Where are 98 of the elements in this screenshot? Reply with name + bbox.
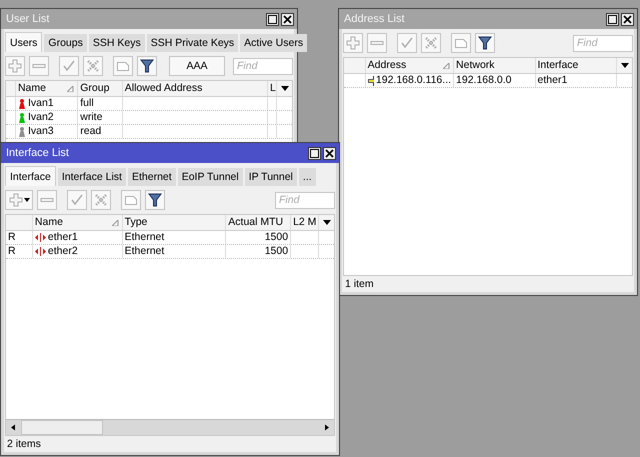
filter-icon: [140, 59, 154, 73]
table-row[interactable]: 192.168.0.116... 192.168.0.0 ether1: [344, 74, 632, 88]
column-header[interactable]: Name: [16, 81, 78, 96]
tab[interactable]: Interface: [5, 166, 56, 186]
table-cell: 1500: [264, 231, 288, 244]
column-header[interactable]: Group: [78, 81, 123, 96]
maximize-button[interactable]: [606, 12, 619, 26]
column-label: Allowed Address: [124, 81, 202, 96]
column-label: Type: [124, 215, 148, 230]
tab[interactable]: Interface List: [58, 168, 126, 186]
column-header[interactable]: Type: [122, 215, 226, 230]
window-title: Interface List: [6, 147, 70, 159]
table-row[interactable]: R ether2 Ethernet 1500: [6, 245, 334, 259]
filter-button[interactable]: [145, 190, 165, 210]
find-field[interactable]: Find: [233, 58, 293, 74]
sort-icon: [443, 63, 450, 69]
column-header[interactable]: L: [268, 81, 277, 96]
flag-text: R: [8, 245, 16, 258]
check-icon: [62, 59, 76, 73]
column-label: Address: [368, 58, 406, 73]
window-title: Address List: [344, 13, 406, 25]
caret-icon: [322, 220, 330, 225]
status-text: 2 items: [7, 438, 41, 450]
tab[interactable]: EoIP Tunnel: [178, 168, 243, 186]
column-header[interactable]: Name: [32, 215, 123, 230]
tab[interactable]: Active Users: [240, 34, 308, 52]
note-icon: [116, 59, 130, 73]
table-cell: ether1: [538, 74, 568, 87]
table-row[interactable]: R ether1 Ethernet 1500: [6, 231, 334, 245]
close-button[interactable]: [323, 146, 336, 160]
check-icon: [70, 193, 84, 207]
caret-icon: [620, 63, 628, 68]
interface-icon: [34, 233, 46, 242]
table-cell: ether1: [48, 231, 78, 244]
column-header[interactable]: Interface: [536, 58, 617, 73]
maximize-button[interactable]: [266, 12, 279, 26]
flag-text: R: [8, 231, 16, 244]
note-icon: [124, 193, 138, 207]
column-header[interactable]: Network: [454, 58, 536, 73]
tab[interactable]: ...: [298, 168, 316, 186]
check-icon: [400, 36, 414, 50]
column-label: L: [270, 81, 276, 96]
table-cell: full: [80, 97, 94, 110]
tab[interactable]: SSH Keys: [88, 34, 145, 52]
column-label: Actual MTU: [228, 215, 284, 230]
maximize-button[interactable]: [308, 146, 321, 160]
table-row[interactable]: Ivan3 read: [6, 125, 292, 139]
interface-icon: [34, 247, 46, 256]
tab[interactable]: SSH Private Keys: [146, 34, 238, 52]
table-cell: Ivan1: [28, 97, 54, 110]
table-cell: 192.168.0.116...: [376, 74, 452, 87]
cross-icon: [94, 193, 108, 207]
close-button[interactable]: [281, 12, 294, 26]
column-header[interactable]: Actual MTU: [226, 215, 292, 230]
table-cell: Ivan3: [28, 125, 54, 138]
filter-button[interactable]: [137, 56, 157, 76]
filter-icon: [148, 193, 162, 207]
column-header[interactable]: Allowed Address: [122, 81, 268, 96]
column-header[interactable]: Address: [366, 58, 454, 73]
column-label: Name: [34, 215, 63, 230]
note-icon: [454, 36, 468, 50]
tab[interactable]: Ethernet: [128, 168, 176, 186]
caret-icon: [280, 86, 288, 91]
table-cell: ether2: [48, 245, 78, 258]
column-label: Group: [80, 81, 110, 96]
tab[interactable]: Users: [5, 32, 42, 52]
table-row[interactable]: Ivan1 full: [6, 97, 292, 111]
table-cell: Ethernet: [124, 231, 164, 244]
aaa-button[interactable]: AAA: [169, 56, 225, 76]
table-cell: Ethernet: [124, 245, 164, 258]
window-title: User List: [6, 13, 50, 25]
table-cell: 1500: [264, 245, 288, 258]
table-cell: 192.168.0.0: [456, 74, 512, 87]
table-row[interactable]: Ivan2 write: [6, 111, 292, 125]
scroll-thumb[interactable]: [21, 420, 103, 435]
plus-icon: [346, 36, 360, 50]
tab[interactable]: Groups: [44, 34, 87, 52]
close-button[interactable]: [621, 12, 634, 26]
column-label: Interface: [538, 58, 578, 73]
find-field[interactable]: Find: [275, 192, 335, 208]
cross-icon: [424, 36, 438, 50]
sort-icon: [112, 220, 119, 226]
cross-icon: [86, 59, 100, 73]
filter-button[interactable]: [475, 33, 495, 53]
address-icon: [368, 76, 374, 86]
find-field[interactable]: Find: [573, 34, 633, 52]
column-label: Name: [18, 81, 46, 96]
table-cell: write: [80, 111, 102, 124]
filter-icon: [478, 36, 492, 50]
horizontal-scrollbar[interactable]: [6, 419, 334, 435]
plus-icon: [8, 193, 22, 207]
column-label: Network: [456, 58, 495, 73]
tab[interactable]: IP Tunnel: [244, 168, 297, 186]
sort-icon: [67, 86, 74, 92]
table-cell: Ivan2: [28, 111, 54, 124]
status-text: 1 item: [345, 278, 374, 290]
table-cell: read: [80, 125, 102, 138]
plus-icon: [8, 59, 22, 73]
